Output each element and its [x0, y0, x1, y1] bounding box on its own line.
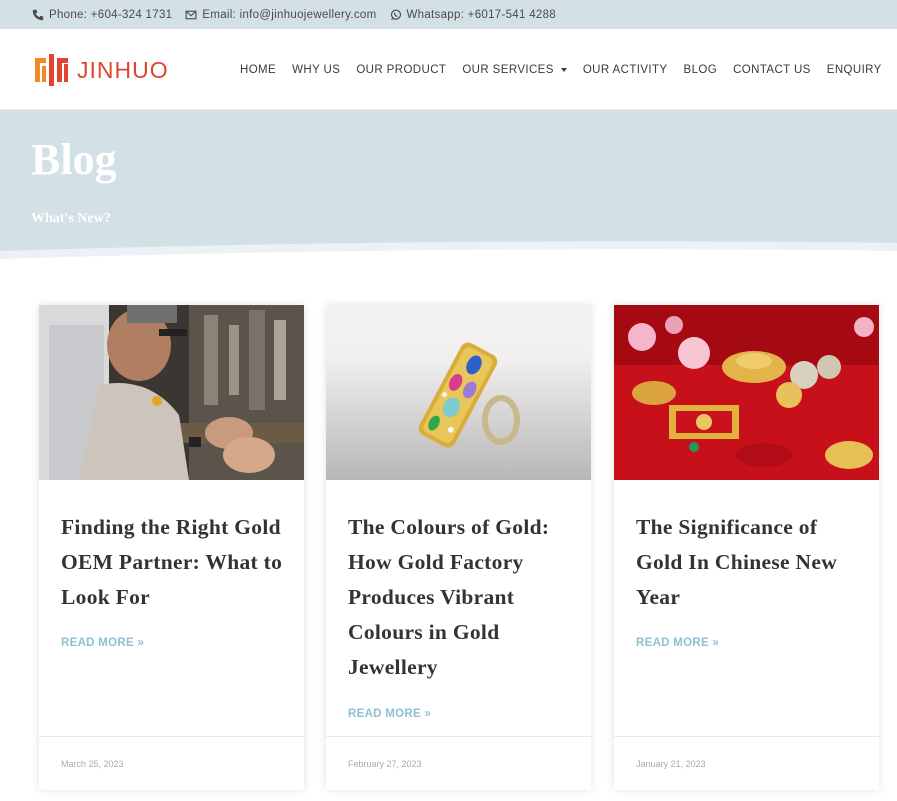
- email-text: Email: info@jinhuojewellery.com: [202, 8, 377, 21]
- email-contact[interactable]: Email: info@jinhuojewellery.com: [184, 8, 376, 22]
- site-logo[interactable]: JINHUO: [35, 54, 169, 86]
- blog-post-title[interactable]: The Significance of Gold In Chinese New …: [636, 510, 861, 615]
- phone-contact[interactable]: Phone: +604-324 1731: [31, 8, 172, 22]
- whatsapp-icon: [389, 8, 403, 22]
- post-date: March 25, 2023: [61, 759, 124, 769]
- post-date: January 21, 2023: [636, 759, 706, 769]
- blog-thumbnail-jeweller-image[interactable]: [39, 305, 304, 480]
- nav-home[interactable]: HOME: [240, 64, 276, 76]
- blog-thumbnail-chinese-new-year-image[interactable]: [614, 305, 879, 480]
- nav-blog[interactable]: BLOG: [684, 64, 718, 76]
- whatsapp-contact[interactable]: Whatsapp: +6017-541 4288: [389, 8, 556, 22]
- blog-card-1: Finding the Right Gold OEM Partner: What…: [39, 305, 304, 790]
- logo-text: JINHUO: [77, 56, 169, 83]
- post-date: February 27, 2023: [348, 759, 422, 769]
- site-header: JINHUO HOME WHY US OUR PRODUCT OUR SERVI…: [0, 29, 897, 110]
- nav-our-services-label: OUR SERVICES: [462, 63, 554, 76]
- page-title: Blog: [31, 135, 117, 184]
- banner-wave-divider: [0, 241, 897, 265]
- blog-card-3: The Significance of Gold In Chinese New …: [614, 305, 879, 790]
- blog-card-footer: February 27, 2023: [326, 736, 591, 790]
- nav-our-services[interactable]: OUR SERVICES: [462, 64, 567, 76]
- page-subtitle: What's New?: [31, 211, 111, 226]
- top-info-bar: Phone: +604-324 1731 Email: info@jinhuoj…: [0, 0, 897, 29]
- blog-card-footer: March 25, 2023: [39, 736, 304, 790]
- nav-enquiry[interactable]: ENQUIRY: [827, 64, 882, 76]
- page-banner: Blog What's New?: [0, 110, 897, 265]
- blog-thumbnail-gold-ring-image[interactable]: [326, 305, 591, 480]
- main-nav: HOME WHY US OUR PRODUCT OUR SERVICES OUR…: [232, 29, 890, 110]
- jinhuo-logo-mark-icon: [35, 54, 69, 86]
- phone-text: Phone: +604-324 1731: [49, 8, 173, 21]
- read-more-link[interactable]: READ MORE »: [348, 708, 431, 720]
- blog-post-title[interactable]: Finding the Right Gold OEM Partner: What…: [61, 510, 286, 615]
- nav-our-activity[interactable]: OUR ACTIVITY: [583, 64, 668, 76]
- nav-why-us[interactable]: WHY US: [292, 64, 340, 76]
- whatsapp-text: Whatsapp: +6017-541 4288: [406, 8, 556, 21]
- read-more-link[interactable]: READ MORE »: [636, 637, 719, 649]
- nav-contact-us[interactable]: CONTACT US: [733, 64, 811, 76]
- read-more-link[interactable]: READ MORE »: [61, 637, 144, 649]
- blog-post-title[interactable]: The Colours of Gold: How Gold Factory Pr…: [348, 510, 573, 685]
- blog-card-footer: January 21, 2023: [614, 736, 879, 790]
- nav-our-product[interactable]: OUR PRODUCT: [356, 64, 446, 76]
- envelope-icon: [184, 8, 198, 22]
- caret-down-icon: [560, 67, 567, 72]
- blog-card-2: The Colours of Gold: How Gold Factory Pr…: [326, 305, 591, 790]
- phone-icon: [31, 8, 45, 22]
